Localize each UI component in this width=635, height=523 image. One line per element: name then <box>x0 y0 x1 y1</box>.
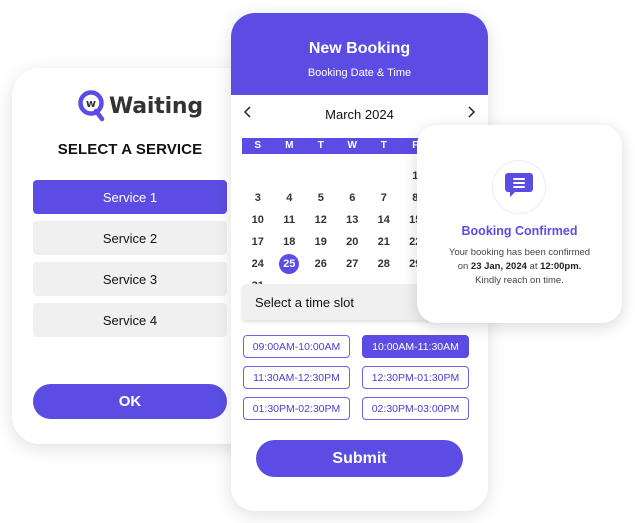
confirmation-line-1: Your booking has been confirmed <box>448 247 591 258</box>
service-option-1[interactable]: Service 1 <box>33 180 227 214</box>
calendar-day-number: 24 <box>251 258 264 270</box>
calendar-empty-cell <box>368 165 400 187</box>
waiting-logo: w Waiting <box>78 90 203 122</box>
chevron-right-icon[interactable] <box>466 106 476 122</box>
calendar-day-number: 7 <box>380 192 387 204</box>
calendar-day-selected[interactable]: 25 <box>274 253 306 275</box>
service-option-3[interactable]: Service 3 <box>33 262 227 296</box>
service-option-4[interactable]: Service 4 <box>33 303 227 337</box>
weekday-label: M <box>285 140 294 151</box>
calendar-day[interactable]: 6 <box>337 187 369 209</box>
calendar-day-number: 26 <box>314 258 327 270</box>
confirmation-message: Your booking has been confirmed on 23 Ja… <box>417 246 622 288</box>
select-service-title: SELECT A SERVICE <box>57 141 203 158</box>
calendar-day-number: 21 <box>377 236 390 248</box>
time-slot-grid: 09:00AM-10:00AM 10:00AM-11:30AM 11:30AM-… <box>243 335 473 420</box>
booking-header: New Booking Booking Date & Time <box>231 13 488 95</box>
confirmation-icon-ring <box>492 160 546 214</box>
calendar-day-number: 10 <box>251 214 264 226</box>
calendar-day[interactable]: 12 <box>305 209 337 231</box>
booking-title: New Booking <box>308 40 411 57</box>
confirmation-time: 12:00pm. <box>540 261 582 272</box>
time-slot-button[interactable]: 01:30PM-02:30PM <box>243 397 350 420</box>
time-slot-button[interactable]: 11:30AM-12:30PM <box>243 366 350 389</box>
calendar-day-number: 28 <box>377 258 390 270</box>
calendar-day[interactable]: 20 <box>337 231 369 253</box>
chevron-left-icon[interactable] <box>243 106 253 122</box>
calendar-day[interactable]: 21 <box>368 231 400 253</box>
calendar-day[interactable]: 10 <box>242 209 274 231</box>
calendar-day[interactable]: 5 <box>305 187 337 209</box>
confirmation-date: 23 Jan, 2024 <box>470 261 527 272</box>
chat-message-icon <box>504 171 534 204</box>
ok-button[interactable]: OK <box>33 384 227 419</box>
calendar-day[interactable]: 18 <box>274 231 306 253</box>
confirmation-prefix: on <box>457 261 471 272</box>
calendar-day-number: 17 <box>251 236 264 248</box>
calendar-day-number: 6 <box>349 192 356 204</box>
calendar-day[interactable]: 14 <box>368 209 400 231</box>
confirmation-title: Booking Confirmed <box>461 224 578 238</box>
calendar-day[interactable]: 27 <box>337 253 369 275</box>
confirmation-at: at <box>526 261 541 272</box>
calendar-day[interactable]: 11 <box>274 209 306 231</box>
calendar-empty-cell <box>337 165 369 187</box>
logo-text: Waiting <box>109 93 203 119</box>
weekday-label: T <box>317 140 324 151</box>
month-navigation: March 2024 <box>231 103 488 125</box>
calendar-day-number: 12 <box>314 214 327 226</box>
calendar-day-number: 25 <box>279 254 300 274</box>
calendar-day-number: 20 <box>346 236 359 248</box>
confirmation-line-3: Kindly reach on time. <box>475 275 564 286</box>
calendar-day-number: 11 <box>283 214 296 226</box>
booking-subtitle: Booking Date & Time <box>307 67 412 79</box>
calendar-day[interactable]: 19 <box>305 231 337 253</box>
calendar-day[interactable]: 7 <box>368 187 400 209</box>
weekday-label: T <box>380 140 387 151</box>
calendar-day[interactable]: 24 <box>242 253 274 275</box>
calendar-day-number: 3 <box>254 192 261 204</box>
time-slot-button[interactable]: 12:30PM-01:30PM <box>362 366 469 389</box>
weekday-label: S <box>254 140 262 151</box>
magnifier-w-logo-icon: w <box>78 90 106 122</box>
weekday-label: W <box>347 140 357 151</box>
service-option-2[interactable]: Service 2 <box>33 221 227 255</box>
booking-confirmed-card: Booking Confirmed Your booking has been … <box>417 125 622 323</box>
calendar-day-number: 13 <box>346 214 359 226</box>
svg-text:w: w <box>86 97 96 110</box>
time-slot-button[interactable]: 02:30PM-03:00PM <box>362 397 469 420</box>
calendar-day[interactable]: 17 <box>242 231 274 253</box>
calendar-day-number: 4 <box>286 192 293 204</box>
calendar-day[interactable]: 4 <box>274 187 306 209</box>
time-slot-button[interactable]: 09:00AM-10:00AM <box>243 335 350 358</box>
calendar-day-number: 18 <box>283 236 296 248</box>
calendar-day-number: 5 <box>317 192 324 204</box>
calendar-day[interactable]: 28 <box>368 253 400 275</box>
confirmation-line-2: on 23 Jan, 2024 at 12:00pm. <box>417 260 622 274</box>
calendar-day-number: 14 <box>377 214 390 226</box>
calendar-empty-cell <box>242 165 274 187</box>
calendar-day[interactable]: 13 <box>337 209 369 231</box>
calendar-day[interactable]: 3 <box>242 187 274 209</box>
calendar-day-number: 19 <box>314 236 327 248</box>
calendar-day[interactable]: 26 <box>305 253 337 275</box>
calendar-empty-cell <box>305 165 337 187</box>
service-selection-card: w Waiting SELECT A SERVICE Service 1 Ser… <box>12 68 262 444</box>
month-label: March 2024 <box>325 106 394 122</box>
service-list: Service 1 Service 2 Service 3 Service 4 <box>33 180 227 344</box>
calendar-day-number: 27 <box>346 258 359 270</box>
calendar-empty-cell <box>274 165 306 187</box>
time-slot-button-selected[interactable]: 10:00AM-11:30AM <box>362 335 469 358</box>
submit-button[interactable]: Submit <box>256 440 463 477</box>
